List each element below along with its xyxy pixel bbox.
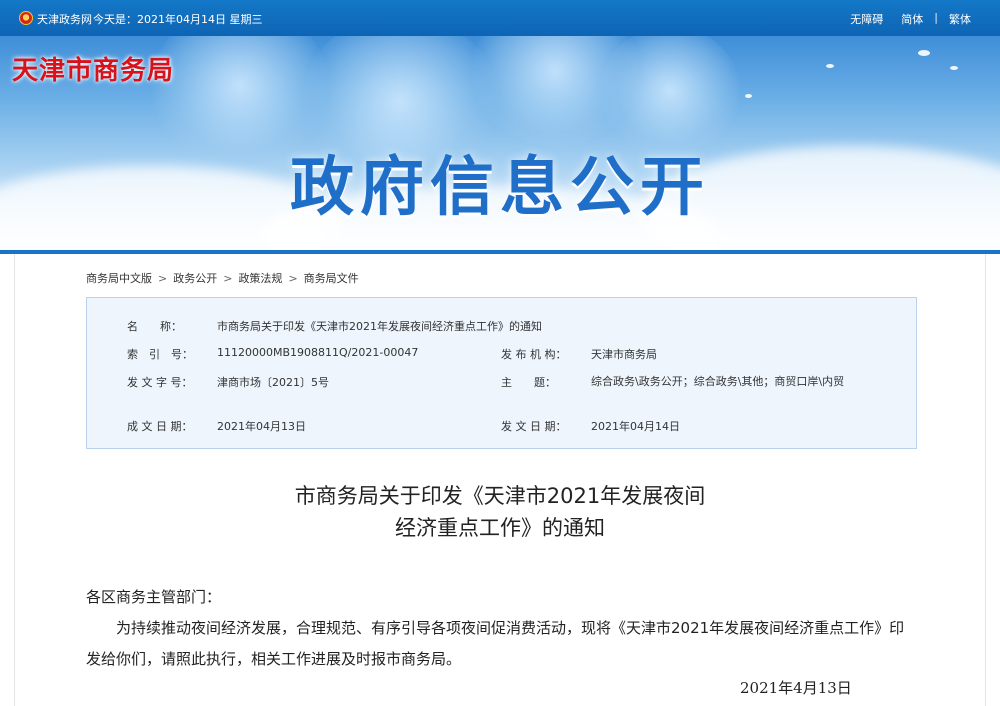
bird-icon (745, 94, 752, 98)
bird-icon (826, 64, 834, 68)
document-metadata: 名 称： 市商务局关于印发《天津市2021年发展夜间经济重点工作》的通知 索 引… (86, 297, 917, 449)
article-title-line: 市商务局关于印发《天津市2021年发展夜间 (294, 484, 706, 508)
salutation: 各区商务主管部门： (86, 588, 222, 606)
issued-date-label: 发 文 日 期： (501, 420, 567, 433)
paragraph: 为持续推动夜间经济发展，合理规范、有序引导各项夜间促消费活动，现将《天津市202… (86, 619, 905, 668)
subject: 综合政务\政务公开；综合政务\其他；商贸口岸\内贸 (591, 375, 845, 388)
docno-label: 发 文 字 号： (127, 376, 193, 389)
site-brand[interactable]: 天津市商务局 (12, 50, 174, 87)
index-number: 11120000MB1908811Q/2021-00047 (217, 346, 419, 359)
document-number: 津商市场〔2021〕5号 (217, 376, 329, 389)
name-label: 名 称： (127, 320, 182, 333)
traditional-chinese-link[interactable]: 繁体 (940, 11, 980, 27)
site-name-link[interactable]: 天津政务网 (37, 11, 92, 27)
breadcrumb-separator: > (158, 272, 168, 285)
document-name: 市商务局关于印发《天津市2021年发展夜间经济重点工作》的通知 (217, 320, 542, 333)
accessibility-link[interactable]: 无障碍 (841, 11, 892, 27)
divider: | (934, 11, 938, 24)
index-label: 索 引 号： (127, 348, 193, 361)
subject-label: 主 题： (501, 376, 556, 389)
written-date: 2021年04月13日 (217, 420, 306, 433)
breadcrumb-item[interactable]: 政策法规 (238, 272, 282, 285)
breadcrumb-item[interactable]: 政务公开 (173, 272, 217, 285)
breadcrumb-separator: > (288, 272, 298, 285)
article-date: 2021年4月13日 (740, 679, 852, 697)
breadcrumb-item[interactable]: 商务局文件 (304, 272, 359, 285)
national-emblem-icon (19, 11, 33, 25)
article-body: 各区商务主管部门： 为持续推动夜间经济发展，合理规范、有序引导各项夜间促消费活动… (86, 582, 917, 675)
bird-icon (950, 66, 958, 70)
breadcrumb-item[interactable]: 商务局中文版 (86, 272, 152, 285)
article-title: 市商务局关于印发《天津市2021年发展夜间 经济重点工作》的通知 (0, 480, 1000, 544)
article-title-line: 经济重点工作》的通知 (395, 516, 605, 540)
publisher-label: 发 布 机 构： (501, 348, 567, 361)
breadcrumb: 商务局中文版 > 政务公开 > 政策法规 > 商务局文件 (86, 270, 359, 286)
breadcrumb-separator: > (223, 272, 233, 285)
publisher: 天津市商务局 (591, 348, 657, 361)
topbar-links: 无障碍 简体 | 繁体 (841, 11, 980, 27)
current-date: 今天是：2021年04月14日 星期三 (93, 13, 263, 26)
top-bar: 天津政务网 今天是：2021年04月14日 星期三 无障碍 简体 | 繁体 (0, 0, 1000, 36)
written-date-label: 成 文 日 期： (127, 420, 193, 433)
page-headline: 政府信息公开 (290, 151, 710, 225)
bird-icon (918, 50, 930, 56)
banner: 天津市商务局 政府信息公开 (0, 36, 1000, 254)
issued-date: 2021年04月14日 (591, 420, 680, 433)
simplified-chinese-link[interactable]: 简体 (892, 11, 932, 27)
